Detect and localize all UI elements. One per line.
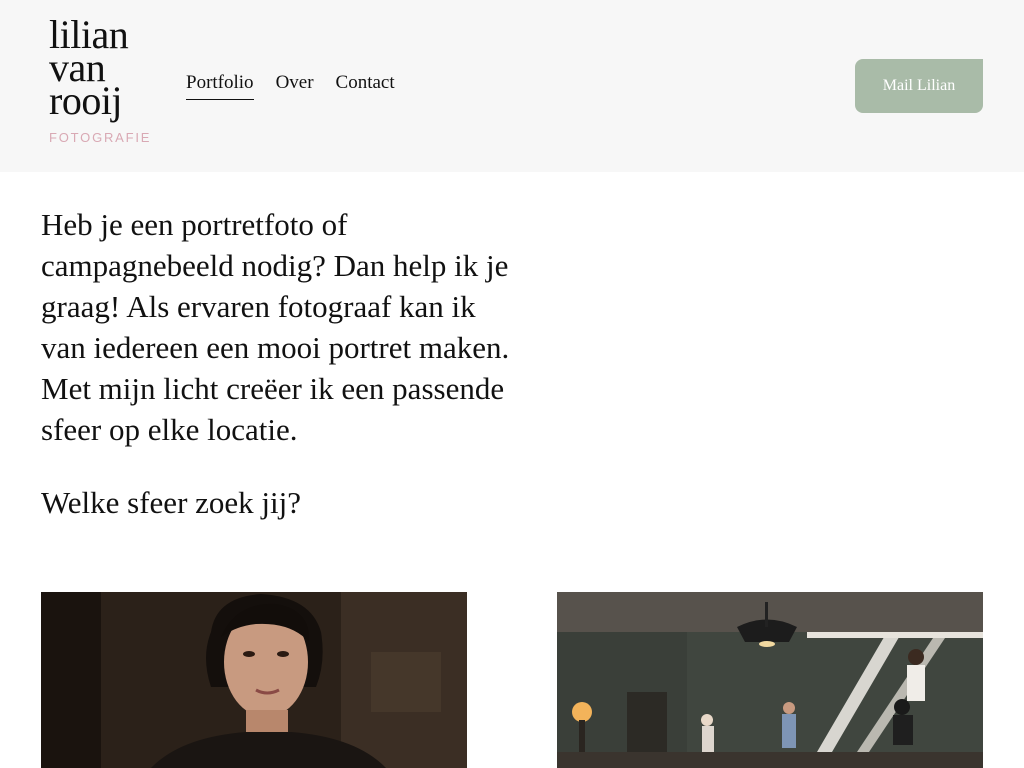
portfolio-photo-portrait[interactable] [41,592,467,768]
brand-logo[interactable]: lilian van rooij FOTOGRAFIE [49,15,152,146]
portfolio-photo-interior[interactable] [557,592,983,768]
mail-lilian-button[interactable]: Mail Lilian [855,59,983,113]
intro-text: Heb je een portretfoto of campagnebeeld … [41,207,510,447]
logo-line-3: rooij [49,78,123,123]
portrait-illustration [41,592,467,768]
nav-item-portfolio[interactable]: Portfolio [186,72,254,100]
logo-subtitle: FOTOGRAFIE [49,130,152,145]
main-nav: Portfolio Over Contact [186,72,395,100]
nav-item-over[interactable]: Over [276,72,314,100]
nav-item-contact[interactable]: Contact [336,72,395,100]
intro-question: Welke sfeer zoek jij? [41,485,302,520]
site-header: lilian van rooij FOTOGRAFIE Portfolio Ov… [0,0,1024,172]
interior-illustration [557,592,983,768]
